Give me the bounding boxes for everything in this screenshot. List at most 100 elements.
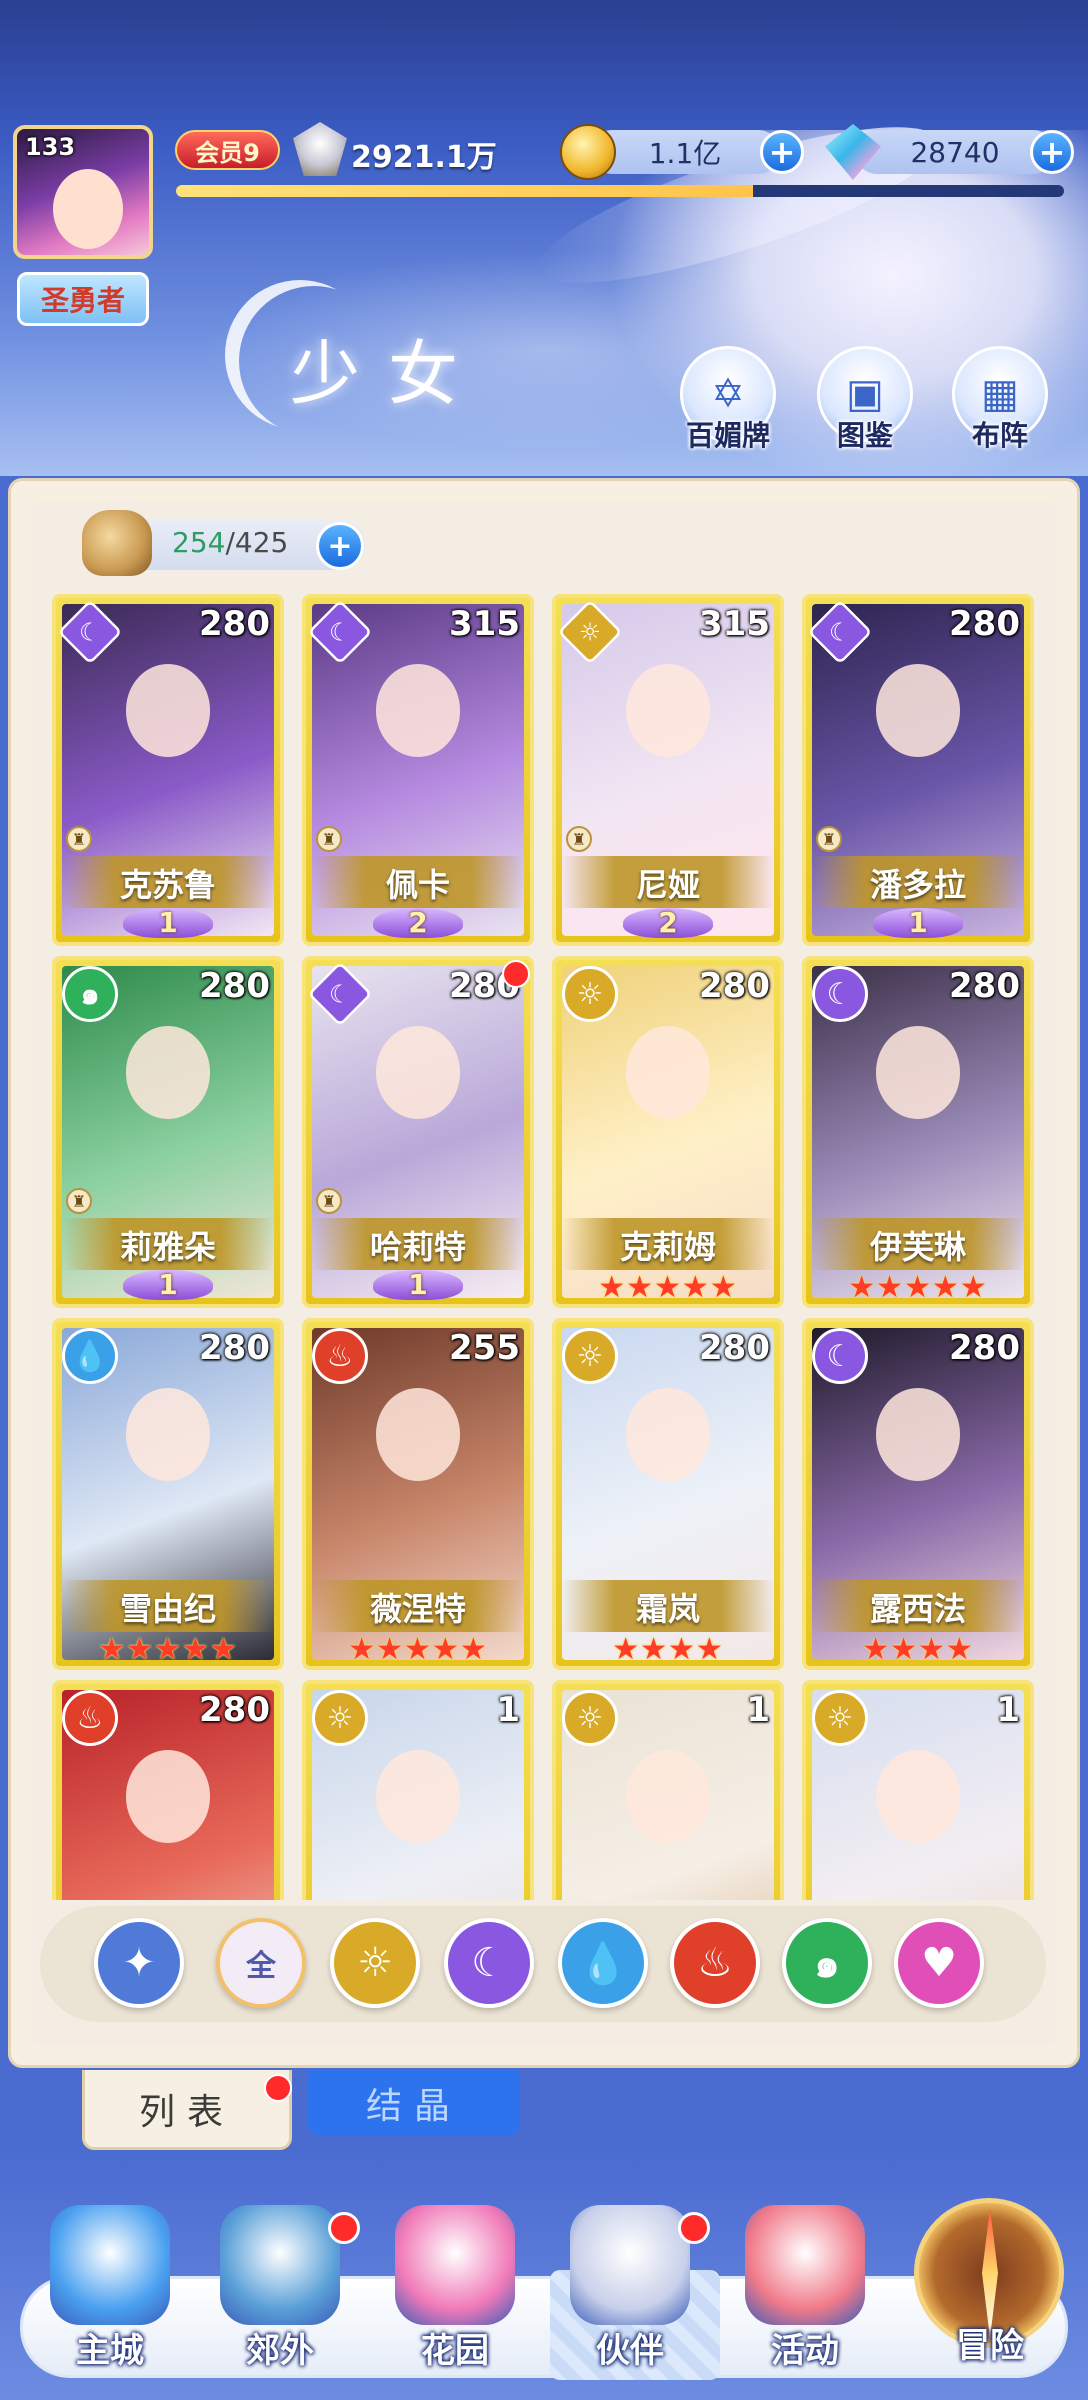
rank-wing-badge: 1 (373, 1270, 463, 1300)
star-rating: ★★★★★ (848, 1270, 988, 1305)
tab-list[interactable]: 列表 (82, 2070, 292, 2150)
partner-level: 1 (746, 1690, 770, 1730)
light-element-icon: ☼ (562, 1690, 618, 1746)
partner-name: 潘多拉 (869, 866, 966, 904)
portal-icon (220, 2205, 340, 2325)
partner-level: 280 (199, 1328, 270, 1368)
partner-name: 雪由纪 (119, 1590, 216, 1628)
partner-card[interactable]: ☼ 280 霜岚 ★★★★ (552, 1318, 784, 1670)
partner-name: 克莉姆 (619, 1228, 716, 1266)
partner-level: 280 (699, 966, 770, 1006)
partner-name: 哈莉特 (369, 1228, 466, 1266)
partner-card[interactable]: ☾ 280 潘多拉 ♜ 1 (802, 594, 1034, 946)
fire-element-icon: ♨ (312, 1328, 368, 1384)
avatar-face (53, 169, 123, 249)
water-element-icon: 💧 (62, 1328, 118, 1384)
partner-card[interactable]: ♨ 280 (52, 1680, 284, 1900)
partner-level: 280 (949, 1328, 1020, 1368)
rank-wing-badge: 1 (873, 908, 963, 938)
partner-card[interactable]: ☼ 280 克莉姆 ★★★★★ (552, 956, 784, 1308)
vip-badge[interactable]: 会员9 (175, 130, 280, 170)
roster-separator: / (225, 526, 235, 559)
filter-all-button[interactable]: 全 (216, 1918, 306, 2008)
power-crest-icon (293, 122, 347, 176)
partner-name: 霜岚 (635, 1590, 700, 1628)
partner-level: 280 (949, 966, 1020, 1006)
partner-level: 255 (449, 1328, 520, 1368)
player-level: 133 (25, 133, 76, 161)
partner-card[interactable]: ☾ 280 克苏鲁 ♜ 1 (52, 594, 284, 946)
chess-piece-icon: ♜ (566, 826, 592, 852)
roster-count: 254/425 (172, 526, 288, 559)
nav-label: 活动 (771, 2331, 839, 2371)
partner-card[interactable]: ☼ 1 (802, 1680, 1034, 1900)
filter-star-button[interactable]: ✦ (94, 1918, 184, 2008)
nav-castle-button[interactable]: 主城 (30, 2205, 190, 2375)
star-rating: ★★★★★ (98, 1632, 238, 1667)
nav-notification-dot (328, 2212, 360, 2244)
partner-card[interactable]: ♨ 255 薇涅特 ★★★★★ (302, 1318, 534, 1670)
player-title-badge[interactable]: 圣勇者 (17, 272, 149, 326)
add-gold-button[interactable]: + (760, 130, 804, 174)
partner-name: 克苏鲁 (119, 866, 216, 904)
roster-current: 254 (172, 526, 226, 559)
nav-gift-box-button[interactable]: 活动 (725, 2205, 885, 2375)
filter-moon-button[interactable]: ☾ (444, 1918, 534, 2008)
chess-piece-icon: ♜ (66, 1188, 92, 1214)
partner-card[interactable]: ☼ 315 尼娅 ♜ 2 (552, 594, 784, 946)
partner-card[interactable]: ☾ 280 哈莉特 ♜ 1 (302, 956, 534, 1308)
adventure-button[interactable]: 冒险 (910, 2198, 1070, 2368)
roster-bag-icon (82, 510, 152, 576)
filter-fire-button[interactable]: ♨ (670, 1918, 760, 2008)
filter-water-button[interactable]: 💧 (558, 1918, 648, 2008)
partner-level: 315 (699, 604, 770, 644)
formation-label: 布阵 (971, 419, 1028, 452)
partner-card[interactable]: 💧 280 雪由纪 ★★★★★ (52, 1318, 284, 1670)
star-rating: ★★★★ (612, 1632, 724, 1667)
filter-wind-button[interactable]: ๑ (782, 1918, 872, 2008)
roster-max: 425 (234, 526, 289, 559)
experience-bar (176, 185, 1064, 197)
partner-card[interactable]: ๑ 280 莉雅朵 ♜ 1 (52, 956, 284, 1308)
notification-dot (502, 960, 530, 988)
nav-label: 花园 (421, 2331, 489, 2371)
partner-card-grid: ☾ 280 克苏鲁 ♜ 1 ☾ 315 佩卡 ♜ 2 ☼ 315 尼娅 ♜ 2 ☾ 280 潘多拉 ♜ 1 ๑ 280 莉雅… (52, 594, 1036, 1900)
partner-card[interactable]: ☼ 1 (302, 1680, 534, 1900)
gift-box-icon (745, 2205, 865, 2325)
light-element-icon: ☼ (562, 966, 618, 1022)
add-gems-button[interactable]: + (1030, 130, 1074, 174)
partner-name: 露西法 (869, 1590, 966, 1628)
player-avatar[interactable]: 133 (13, 125, 153, 259)
nav-heart-garden-button[interactable]: 花园 (375, 2205, 535, 2375)
partner-card[interactable]: ☼ 1 (552, 1680, 784, 1900)
experience-fill (176, 185, 754, 197)
chess-piece-icon: ♜ (816, 826, 842, 852)
light-element-icon: ☼ (312, 1690, 368, 1746)
heart-garden-icon (395, 2205, 515, 2325)
filter-heart-button[interactable]: ♥ (894, 1918, 984, 2008)
tab-crystal[interactable]: 结晶 (308, 2070, 520, 2136)
partner-card[interactable]: ☾ 280 伊芙琳 ★★★★★ (802, 956, 1034, 1308)
chess-piece-icon: ♜ (66, 826, 92, 852)
partner-name: 莉雅朵 (119, 1228, 216, 1266)
expand-roster-button[interactable]: + (316, 522, 364, 570)
rank-wing-badge: 2 (373, 908, 463, 938)
codex-label: 图鉴 (836, 419, 893, 452)
partner-card[interactable]: ☾ 280 露西法 ★★★★ (802, 1318, 1034, 1670)
star-rating: ★★★★★ (598, 1270, 738, 1305)
rank-wing-badge: 2 (623, 908, 713, 938)
castle-icon (50, 2205, 170, 2325)
codex-button[interactable]: ▣ 图鉴 (815, 346, 915, 456)
partner-card[interactable]: ☾ 315 佩卡 ♜ 2 (302, 594, 534, 946)
rank-wing-badge: 1 (123, 908, 213, 938)
filter-light-button[interactable]: ☼ (330, 1918, 420, 2008)
formation-button[interactable]: ▦ 布阵 (950, 346, 1050, 456)
partner-level: 280 (199, 604, 270, 644)
tab-list-notification-dot (264, 2074, 292, 2102)
wind-element-icon: ๑ (62, 966, 118, 1022)
partner-level: 1 (996, 1690, 1020, 1730)
star-rating: ★★★★ (862, 1632, 974, 1667)
card-deck-button[interactable]: ✡ 百媚牌 (678, 346, 778, 456)
star-rating: ★★★★★ (348, 1632, 488, 1667)
partner-name: 佩卡 (385, 866, 450, 904)
